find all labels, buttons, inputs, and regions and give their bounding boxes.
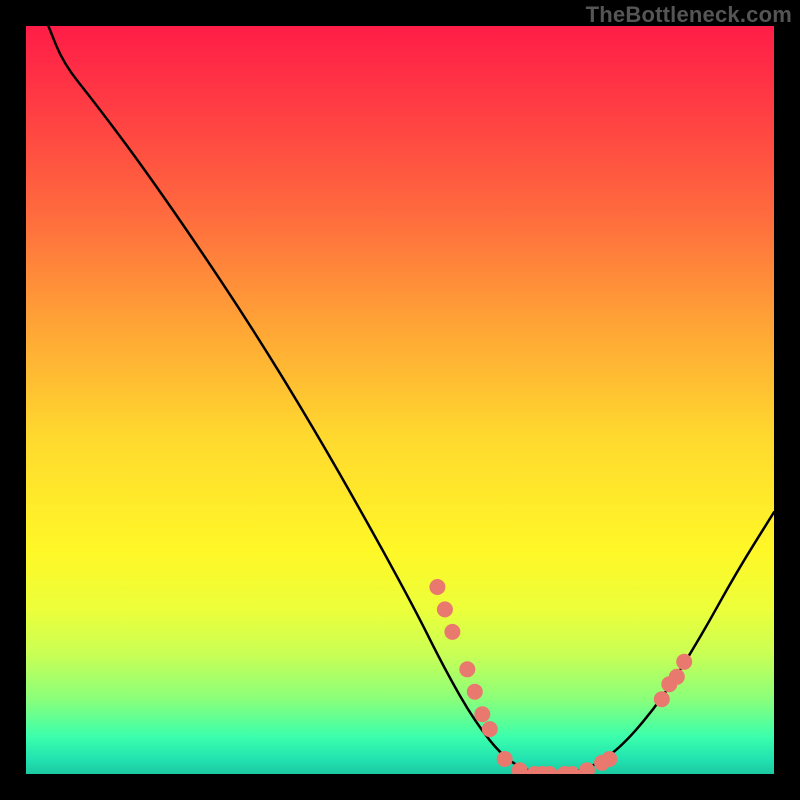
data-point-marker [467, 684, 483, 700]
data-point-marker [654, 691, 670, 707]
data-point-marker [676, 654, 692, 670]
chart-overlay-svg [26, 26, 774, 774]
data-point-marker [444, 624, 460, 640]
data-point-marker [579, 762, 595, 774]
data-point-marker [482, 721, 498, 737]
data-point-marker [474, 706, 490, 722]
data-point-marker [669, 669, 685, 685]
data-point-markers [429, 579, 692, 774]
data-point-marker [601, 751, 617, 767]
bottleneck-curve-line [48, 26, 774, 774]
heat-plot-area [26, 26, 774, 774]
data-point-marker [437, 601, 453, 617]
watermark-text: TheBottleneck.com [586, 2, 792, 28]
data-point-marker [459, 661, 475, 677]
data-point-marker [429, 579, 445, 595]
chart-frame: TheBottleneck.com [0, 0, 800, 800]
data-point-marker [497, 751, 513, 767]
